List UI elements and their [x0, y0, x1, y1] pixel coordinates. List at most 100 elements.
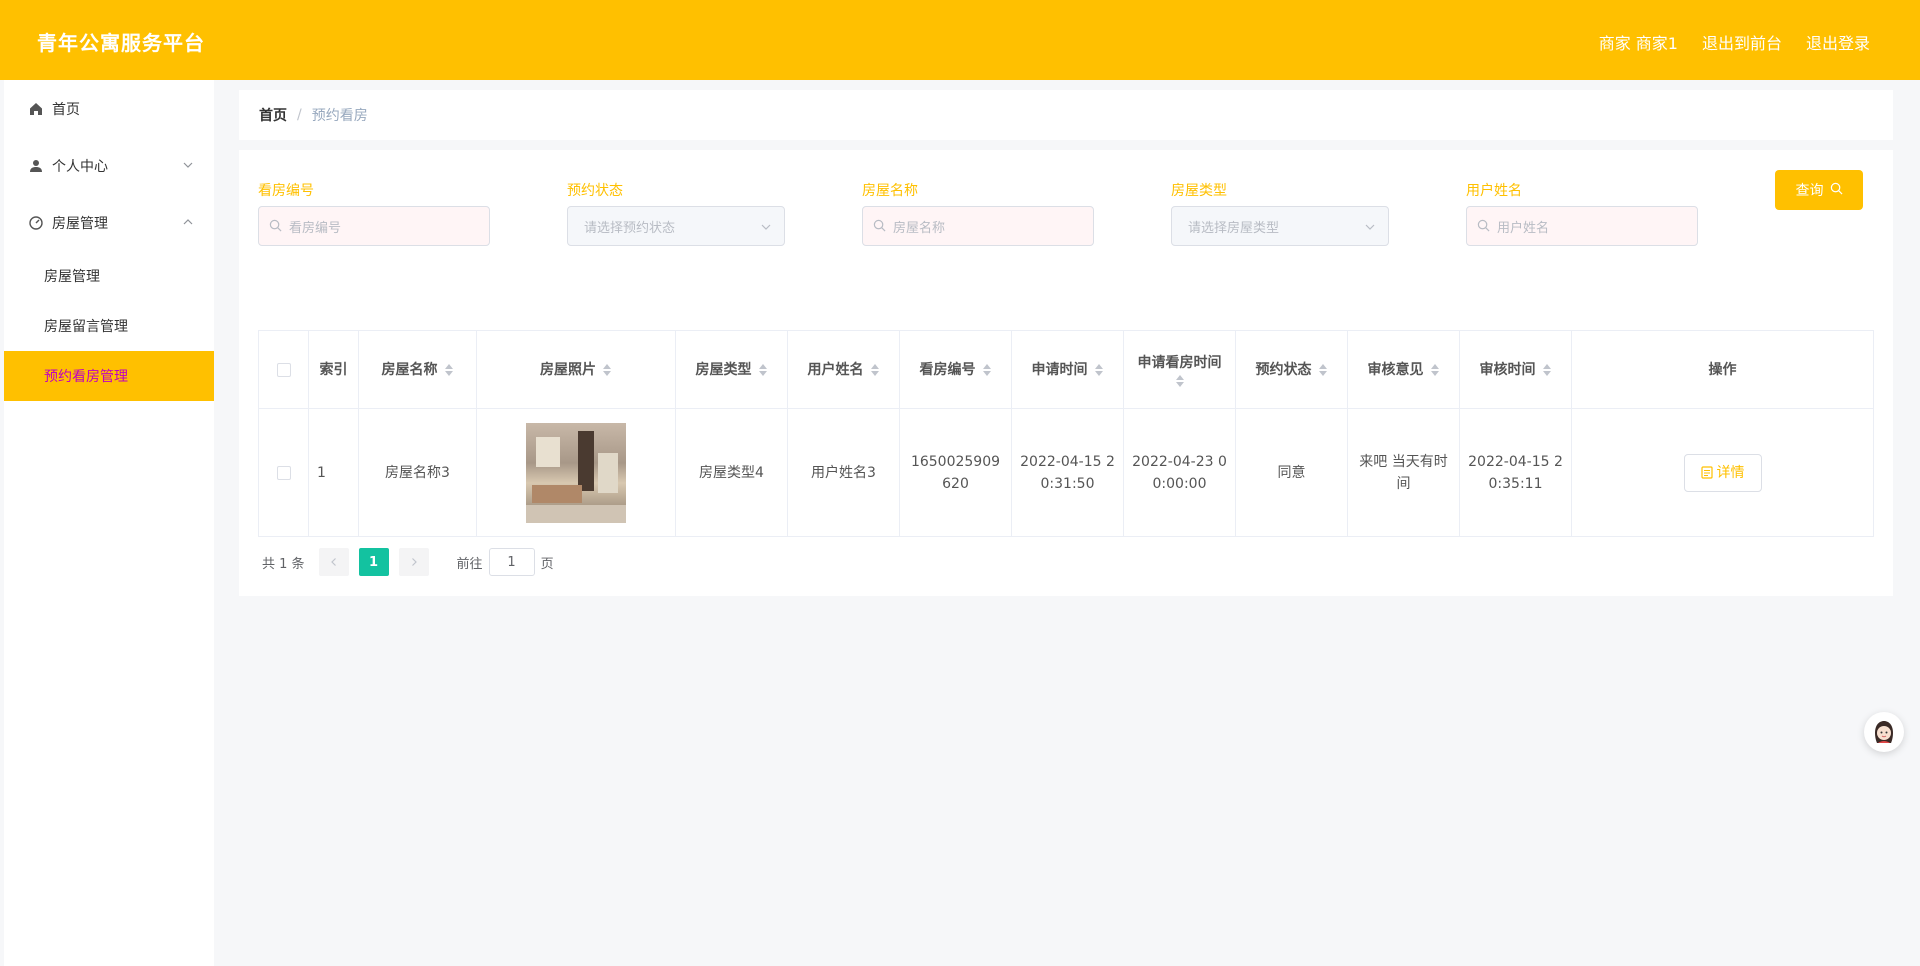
user-icon: [28, 158, 44, 174]
sort-icon[interactable]: [758, 363, 768, 377]
app-title: 青年公寓服务平台: [37, 31, 205, 55]
filter-user-name: 用户姓名 用户姓名: [1466, 180, 1698, 246]
detail-button-label: 详情: [1716, 464, 1745, 481]
view-no-input[interactable]: 看房编号: [258, 206, 490, 246]
house-photo-image[interactable]: [526, 422, 626, 523]
sidebar-item-personal[interactable]: 个人中心: [4, 137, 214, 194]
input-placeholder: 看房编号: [289, 220, 342, 236]
sort-icon[interactable]: [1175, 374, 1185, 388]
sidebar-item-label: 个人中心: [52, 158, 108, 175]
column-header: 预约状态: [1255, 361, 1312, 378]
chevron-right-icon: [411, 558, 417, 566]
column-header: 看房编号: [919, 361, 976, 378]
table-row: 1 房屋名称3 房屋类型4 用户姓名3 1650025909620 2022-0…: [259, 409, 1873, 536]
chevron-down-icon: [182, 159, 194, 171]
sort-icon[interactable]: [982, 363, 992, 377]
appointment-table: 索引 房屋名称 房屋照片 房屋类型 用户姓名 看房编号 申请时间 申请看房时间 …: [258, 330, 1874, 537]
sidebar-item-home[interactable]: 首页: [4, 80, 214, 137]
sidebar-item-house-mgmt[interactable]: 房屋管理: [4, 194, 214, 251]
sidebar-subitem-appointment[interactable]: 预约看房管理: [4, 351, 214, 401]
status-select[interactable]: 请选择预约状态: [567, 206, 785, 246]
cell-apply-time: 2022-04-15 20:31:50: [1012, 409, 1124, 536]
search-icon: [1477, 219, 1491, 233]
column-header: 审核时间: [1479, 361, 1536, 378]
cell-house-photo: [477, 409, 676, 536]
cell-house-name: 房屋名称3: [359, 409, 477, 536]
column-header: 房屋照片: [540, 361, 596, 378]
breadcrumb-home[interactable]: 首页: [259, 105, 287, 125]
sidebar: 首页 个人中心 房屋管理 房屋管理 房屋留言管理 预约看房管理: [4, 80, 214, 966]
sort-icon[interactable]: [602, 363, 612, 377]
cell-index: 1: [309, 409, 359, 536]
cell-user-name: 用户姓名3: [788, 409, 900, 536]
cell-house-type: 房屋类型4: [676, 409, 788, 536]
filter-label: 用户姓名: [1466, 183, 1522, 199]
pagination-total: 共 1 条: [262, 556, 305, 572]
column-header: 申请时间: [1031, 361, 1088, 378]
header-house-photo[interactable]: 房屋照片: [477, 331, 676, 408]
header-review-time[interactable]: 审核时间: [1460, 331, 1572, 408]
back-to-front-link[interactable]: 退出到前台: [1702, 30, 1782, 54]
search-icon: [1830, 182, 1843, 199]
column-header: 操作: [1708, 361, 1737, 378]
search-button-label: 查询: [1795, 183, 1824, 199]
column-header: 索引: [319, 361, 348, 378]
header-apply-time[interactable]: 申请时间: [1012, 331, 1124, 408]
cell-status: 同意: [1236, 409, 1348, 536]
sort-icon[interactable]: [1430, 363, 1440, 377]
assistant-avatar[interactable]: [1864, 712, 1904, 752]
column-header: 用户姓名: [807, 361, 864, 378]
detail-button[interactable]: 详情: [1683, 453, 1762, 492]
sort-icon[interactable]: [1542, 363, 1552, 377]
sort-icon[interactable]: [1094, 363, 1104, 377]
prev-page-button[interactable]: [318, 548, 349, 576]
next-page-button[interactable]: [398, 548, 429, 576]
user-name-input[interactable]: 用户姓名: [1466, 206, 1698, 246]
sidebar-subitem-house-message[interactable]: 房屋留言管理: [4, 301, 214, 351]
select-placeholder: 请选择预约状态: [584, 220, 676, 236]
chevron-down-icon: [1364, 221, 1376, 233]
header-select-all-cell: [259, 331, 309, 408]
sidebar-item-label: 首页: [52, 101, 80, 118]
house-name-input[interactable]: 房屋名称: [862, 206, 1094, 246]
search-icon: [269, 219, 283, 233]
search-button[interactable]: 查询: [1775, 170, 1863, 210]
table-header-row: 索引 房屋名称 房屋照片 房屋类型 用户姓名 看房编号 申请时间 申请看房时间 …: [259, 331, 1873, 409]
sort-icon[interactable]: [1318, 363, 1328, 377]
row-checkbox[interactable]: [276, 465, 291, 480]
header-user-name[interactable]: 用户姓名: [788, 331, 900, 408]
sort-icon[interactable]: [444, 363, 454, 377]
document-icon: [1700, 466, 1713, 479]
breadcrumb-current: 预约看房: [311, 108, 368, 124]
top-header: 青年公寓服务平台 商家 商家1 退出到前台 退出登录: [0, 0, 1920, 80]
sidebar-item-label: 房屋管理: [52, 215, 108, 232]
filter-label: 房屋类型: [1171, 183, 1227, 199]
header-review[interactable]: 审核意见: [1348, 331, 1460, 408]
header-house-name[interactable]: 房屋名称: [359, 331, 477, 408]
goto-page-input[interactable]: 1: [488, 548, 535, 576]
dashboard-icon: [28, 215, 44, 231]
header-view-no[interactable]: 看房编号: [900, 331, 1012, 408]
page-suffix: 页: [540, 556, 554, 572]
sort-icon[interactable]: [870, 363, 880, 377]
page-number-button[interactable]: 1: [358, 548, 389, 576]
header-view-time[interactable]: 申请看房时间: [1124, 331, 1236, 408]
header-house-type[interactable]: 房屋类型: [676, 331, 788, 408]
filter-label: 看房编号: [258, 183, 314, 199]
cell-review-time: 2022-04-15 20:35:11: [1460, 409, 1572, 536]
cell-view-time: 2022-04-23 00:00:00: [1124, 409, 1236, 536]
sidebar-subitem-house[interactable]: 房屋管理: [4, 251, 214, 301]
column-header: 申请看房时间: [1137, 354, 1222, 371]
input-placeholder: 用户姓名: [1497, 220, 1550, 236]
select-all-checkbox[interactable]: [276, 362, 291, 377]
header-actions: 操作: [1572, 331, 1873, 408]
row-select-cell: [259, 409, 309, 536]
filter-label: 预约状态: [567, 183, 623, 199]
avatar-icon: [1875, 721, 1893, 743]
cell-review: 来吧 当天有时间: [1348, 409, 1460, 536]
logout-link[interactable]: 退出登录: [1806, 30, 1870, 54]
house-type-select[interactable]: 请选择房屋类型: [1171, 206, 1389, 246]
search-icon: [873, 219, 887, 233]
header-status[interactable]: 预约状态: [1236, 331, 1348, 408]
column-header: 房屋类型: [695, 361, 752, 378]
